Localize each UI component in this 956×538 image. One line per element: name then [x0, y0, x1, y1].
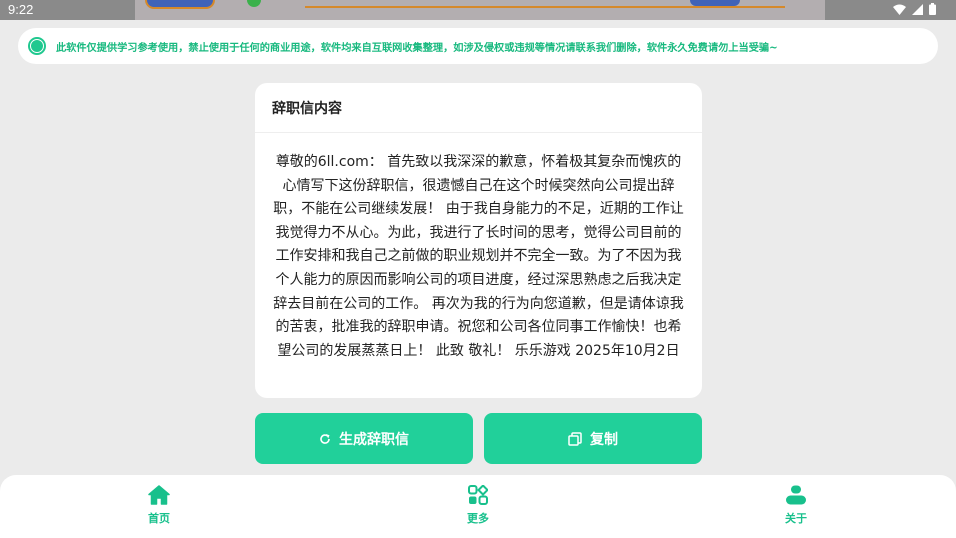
generate-button-label: 生成辞职信 — [339, 431, 409, 448]
nav-item-home[interactable]: 首页 — [119, 485, 199, 526]
battery-icon — [929, 3, 936, 15]
resignation-letter-card: 辞职信内容 尊敬的6ll.com： 首先致以我深深的歉意，怀着极其复杂而愧疚的心… — [255, 83, 702, 398]
background-game-banner — [135, 0, 825, 20]
home-icon — [148, 485, 170, 505]
nav-item-about[interactable]: 关于 — [756, 485, 836, 526]
more-apps-icon — [468, 485, 488, 505]
nav-item-more[interactable]: 更多 — [438, 485, 518, 526]
status-icons — [893, 3, 936, 15]
notice-dot-icon — [28, 37, 46, 55]
status-time: 9:22 — [8, 2, 34, 17]
nav-label-more: 更多 — [467, 512, 489, 525]
bottom-navigation: 首页 更多 关于 — [0, 475, 956, 538]
copy-icon — [568, 431, 582, 446]
card-title: 辞职信内容 — [255, 83, 702, 133]
wifi-icon — [893, 4, 906, 15]
copy-button-label: 复制 — [590, 431, 618, 448]
signal-icon — [912, 3, 923, 15]
letter-content: 尊敬的6ll.com： 首先致以我深深的歉意，怀着极其复杂而愧疚的心情写下这份辞… — [273, 154, 684, 359]
disclaimer-text: 此软件仅提供学习参考使用，禁止使用于任何的商业用途，软件均来自互联网收集整理，如… — [56, 42, 778, 54]
nav-label-about: 关于 — [785, 512, 807, 525]
refresh-icon — [320, 433, 330, 444]
copy-button[interactable]: 复制 — [484, 413, 702, 464]
status-bar: 9:22 — [0, 0, 956, 20]
nav-label-home: 首页 — [148, 512, 170, 525]
user-icon — [786, 485, 806, 505]
generate-letter-button[interactable]: 生成辞职信 — [255, 413, 473, 464]
disclaimer-banner: 此软件仅提供学习参考使用，禁止使用于任何的商业用途，软件均来自互联网收集整理，如… — [18, 28, 938, 64]
